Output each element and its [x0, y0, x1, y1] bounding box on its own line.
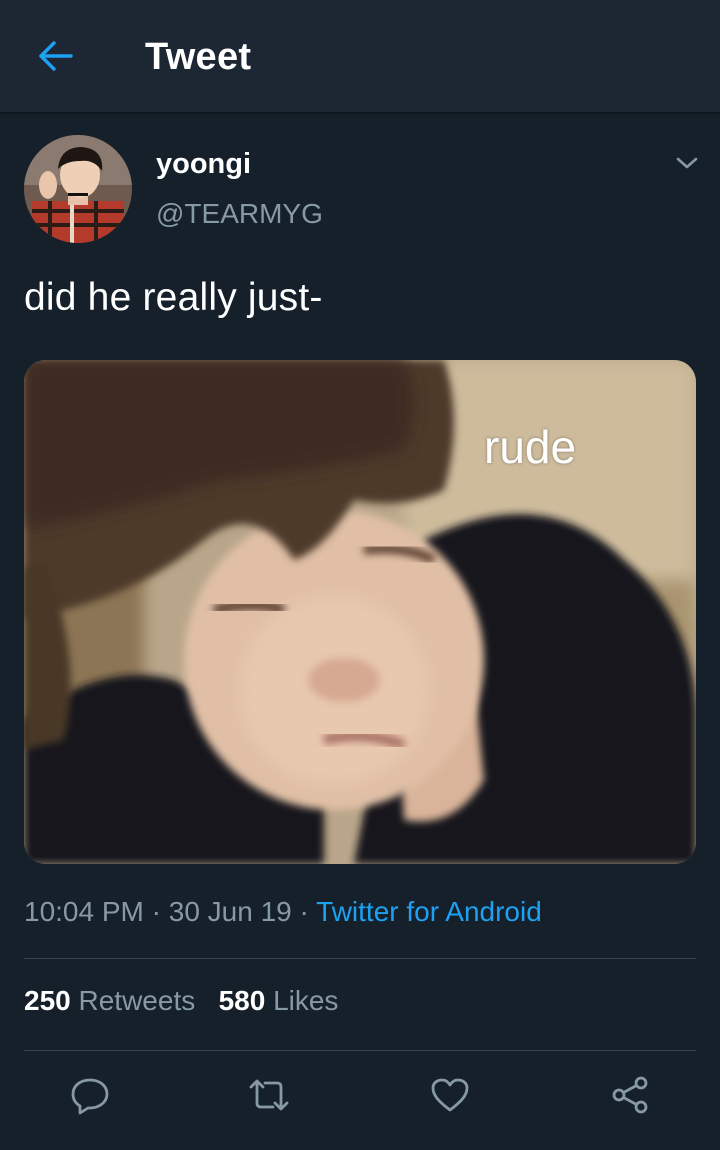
retweets-stat[interactable]: 250 Retweets — [24, 985, 195, 1016]
author-display-name[interactable]: yoongi — [156, 148, 251, 181]
likes-count: 580 — [218, 985, 266, 1016]
avatar[interactable] — [24, 135, 132, 243]
reply-button[interactable] — [67, 1074, 113, 1120]
more-options-button[interactable] — [670, 150, 704, 180]
divider — [24, 1050, 696, 1051]
likes-stat[interactable]: 580 Likes — [219, 985, 339, 1016]
tweet-meta: 10:04 PM · 30 Jun 19 · Twitter for Andro… — [24, 896, 542, 928]
tweet-date: 30 Jun 19 — [168, 896, 292, 927]
retweet-button[interactable] — [246, 1074, 292, 1120]
media-caption-text: rude — [484, 421, 577, 473]
likes-label: Likes — [273, 985, 339, 1016]
meta-separator: · — [143, 896, 169, 927]
meta-separator: · — [291, 896, 317, 927]
tweet-text: did he really just- — [24, 276, 323, 319]
arrow-left-icon — [38, 40, 74, 77]
tweet-time: 10:04 PM — [24, 896, 144, 927]
like-icon — [430, 1077, 470, 1118]
tweet-media-image[interactable]: rude — [24, 360, 696, 864]
tweet-detail-screen: Tweet yoongi @TEARMYG did he really just… — [0, 0, 720, 1150]
retweets-label: Retweets — [78, 985, 196, 1016]
tweet-stats: 250 Retweets 580 Likes — [24, 985, 338, 1017]
reply-icon — [70, 1075, 110, 1120]
top-app-bar: Tweet — [0, 0, 720, 114]
tweet-source-link[interactable]: Twitter for Android — [316, 896, 542, 927]
page-title: Tweet — [145, 36, 252, 78]
retweet-icon — [247, 1077, 291, 1118]
divider — [24, 958, 696, 959]
author-handle[interactable]: @TEARMYG — [156, 198, 323, 230]
share-icon — [610, 1075, 650, 1120]
back-button[interactable] — [30, 32, 82, 84]
share-button[interactable] — [607, 1074, 653, 1120]
retweets-count: 250 — [24, 985, 71, 1016]
like-button[interactable] — [427, 1074, 473, 1120]
chevron-down-icon — [675, 155, 699, 176]
